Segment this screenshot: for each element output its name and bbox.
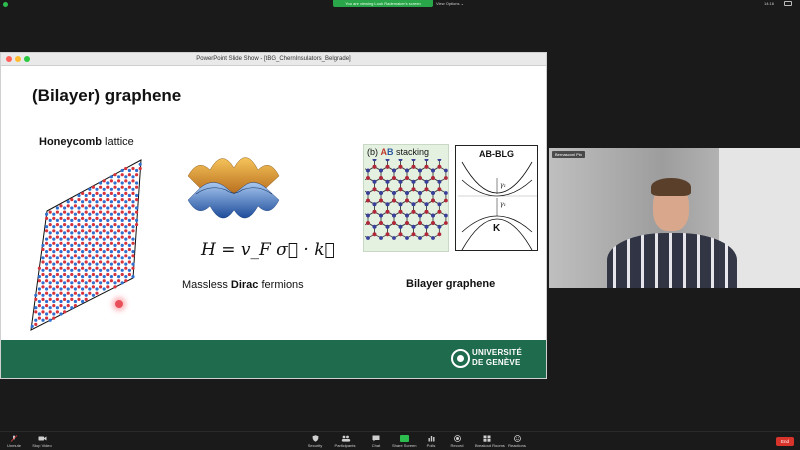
ab-stacking-figure: (b) AB stacking	[363, 144, 449, 252]
share-screen-label: Share Screen	[392, 443, 417, 448]
dirac-fermions-label: Massless Dirac fermions	[182, 279, 304, 291]
participant-name-tag: Bernasconi Pin	[552, 151, 585, 158]
view-options-button[interactable]: View Options ⌄	[436, 0, 464, 7]
participant-shirt	[607, 233, 737, 288]
mic-muted-icon	[10, 435, 18, 442]
laser-pointer	[115, 300, 123, 308]
record-label: Record	[450, 443, 464, 448]
ab-lattice-drawing	[365, 159, 448, 240]
stop-video-button[interactable]: Stop Video	[30, 435, 54, 448]
ab-prefix: (b)	[367, 147, 381, 157]
record-button[interactable]: Record	[445, 435, 469, 448]
bilayer-graphene-label: Bilayer graphene	[406, 278, 496, 290]
participants-button[interactable]: Participants	[333, 435, 357, 448]
unmute-label: Unmute	[6, 443, 21, 448]
university-line-2: DE GENÈVE	[472, 358, 521, 367]
university-name: UNIVERSITÉ DE GENÈVE	[472, 348, 522, 368]
dirac-cone-figure	[187, 157, 280, 219]
honeycomb-label: Honeycomb lattice	[39, 136, 134, 148]
ab-stacking-label: (b) AB stacking	[367, 147, 429, 157]
breakout-rooms-label: Breakout Rooms	[475, 443, 505, 448]
dirac-label-bold: Dirac	[230, 279, 259, 291]
dirac-label-pre: Massless	[182, 279, 231, 291]
zoom-meeting-window: You are viewing Louk Rademaker's screen …	[0, 0, 800, 450]
shield-icon	[311, 435, 319, 442]
band-structure-curves	[458, 161, 537, 251]
share-screen-button[interactable]: Share Screen	[392, 435, 416, 448]
participants-label: Participants	[334, 443, 356, 448]
record-icon	[453, 435, 461, 442]
zoom-status-icon	[3, 2, 8, 7]
lattice-sites	[30, 162, 142, 328]
fullscreen-icon[interactable]	[784, 1, 792, 6]
breakout-icon	[483, 435, 491, 442]
people-icon	[341, 435, 351, 442]
chat-icon	[372, 435, 380, 442]
meeting-toolbar: Unmute Stop Video Security Participants …	[0, 431, 800, 450]
end-meeting-button[interactable]: End	[776, 437, 794, 446]
poll-icon	[427, 435, 435, 442]
ab-suffix: stacking	[393, 147, 430, 157]
participant-hair	[651, 178, 691, 196]
slide-footer: UNIVERSITÉ DE GENÈVE	[1, 340, 546, 378]
honeycomb-rest: lattice	[101, 136, 134, 148]
hamiltonian-equation: H = v_F σ⃗ · k⃗	[201, 240, 335, 260]
reactions-button[interactable]: Reactions	[505, 435, 529, 448]
polls-button[interactable]: Polls	[419, 435, 443, 448]
ppt-title-bar: PowerPoint Slide Show - [tBG_ChernInsula…	[1, 53, 546, 66]
security-label: Security	[307, 443, 323, 448]
unmute-button[interactable]: Unmute	[2, 435, 26, 448]
dirac-label-post: fermions	[258, 279, 304, 291]
ppt-window-title: PowerPoint Slide Show - [tBG_ChernInsula…	[196, 56, 351, 62]
security-button[interactable]: Security	[303, 435, 327, 448]
camera-icon	[38, 435, 47, 442]
slide-title: (Bilayer) graphene	[32, 86, 182, 105]
band-structure-figure: AB-BLG γ₁ γ₁ K	[455, 145, 538, 251]
participant-video-tile[interactable]: Bernasconi Pin	[549, 148, 800, 288]
gamma1-label-upper: γ₁	[500, 182, 506, 189]
reaction-icon	[513, 435, 521, 442]
university-seal-icon	[451, 349, 470, 368]
clock: 14:16	[763, 1, 774, 6]
honeycomb-bold: Honeycomb	[39, 136, 102, 148]
polls-label: Polls	[426, 443, 436, 448]
ab-hexagons	[365, 159, 448, 240]
university-line-1: UNIVERSITÉ	[472, 348, 523, 357]
top-bar: You are viewing Louk Rademaker's screen …	[0, 0, 800, 8]
breakout-rooms-button[interactable]: Breakout Rooms	[475, 435, 505, 448]
reactions-label: Reactions	[508, 443, 526, 448]
stop-video-label: Stop Video	[32, 443, 52, 448]
k-point-label: K	[493, 223, 501, 234]
slide-canvas: (Bilayer) graphene Honeycomb lattice H =…	[1, 66, 546, 378]
shared-powerpoint-window: PowerPoint Slide Show - [tBG_ChernInsula…	[0, 52, 547, 379]
gamma1-label-lower: γ₁	[500, 201, 506, 208]
chat-label: Chat	[371, 443, 381, 448]
honeycomb-lattice-figure	[30, 159, 142, 331]
chat-button[interactable]: Chat	[364, 435, 388, 448]
share-screen-icon	[399, 435, 409, 442]
screen-share-banner: You are viewing Louk Rademaker's screen	[333, 0, 433, 7]
